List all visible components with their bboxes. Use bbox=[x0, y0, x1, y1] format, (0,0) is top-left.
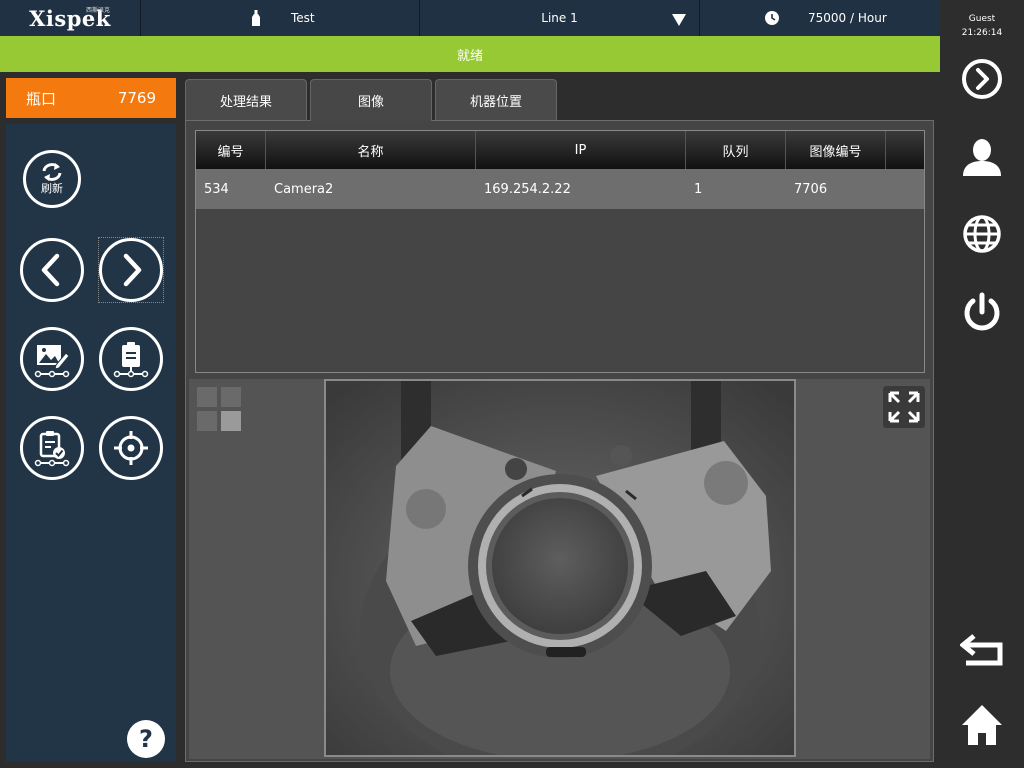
target-button[interactable] bbox=[99, 416, 163, 480]
brand-logo: Xispek 西斯派克 bbox=[0, 0, 141, 36]
image-viewer bbox=[189, 379, 930, 759]
left-tool-panel: 刷新 ? bbox=[6, 124, 176, 762]
cell-id: 534 bbox=[204, 181, 229, 197]
image-edit-button[interactable] bbox=[20, 327, 84, 391]
status-bar: 就绪 bbox=[0, 36, 940, 72]
layout-grid-cell[interactable] bbox=[221, 387, 241, 407]
checklist-button[interactable] bbox=[20, 416, 84, 480]
user-icon bbox=[963, 139, 1001, 176]
chevron-right-icon bbox=[123, 253, 142, 287]
cell-image-id: 7706 bbox=[794, 181, 828, 197]
language-button[interactable] bbox=[960, 212, 1004, 256]
user-button[interactable] bbox=[960, 135, 1004, 179]
app-window: Xispek 西斯派克 Test Line 1 75000 / Hour 就绪 … bbox=[0, 0, 1024, 768]
dropdown-triangle-icon bbox=[672, 14, 686, 26]
tab-image[interactable]: 图像 bbox=[310, 79, 432, 121]
column-header-image-id: 图像编号 bbox=[786, 131, 886, 169]
power-button[interactable] bbox=[960, 290, 1004, 334]
header-bar: Xispek 西斯派克 Test Line 1 75000 / Hour bbox=[0, 0, 940, 36]
expand-icon bbox=[888, 391, 920, 423]
camera-table: 编号 名称 IP 队列 图像编号 534 Camera2 169.254.2.2… bbox=[195, 130, 925, 373]
layout-grid-cell[interactable] bbox=[197, 411, 217, 431]
refresh-button[interactable]: 刷新 bbox=[23, 150, 81, 208]
speed-display: 75000 / Hour bbox=[700, 0, 940, 36]
column-header-ip: IP bbox=[476, 131, 686, 169]
tab-machine-position[interactable]: 机器位置 bbox=[435, 79, 557, 121]
table-row[interactable]: 534 Camera2 169.254.2.22 1 7706 bbox=[196, 169, 924, 209]
refresh-label: 刷新 bbox=[41, 182, 63, 195]
return-arrow-icon bbox=[960, 634, 1003, 666]
globe-icon bbox=[963, 215, 1001, 253]
product-selector[interactable]: Test bbox=[141, 0, 420, 36]
home-button[interactable] bbox=[960, 703, 1004, 747]
user-name: Guest bbox=[968, 14, 996, 24]
column-header-name: 名称 bbox=[266, 131, 476, 169]
chevron-left-icon bbox=[41, 253, 60, 287]
tab-processing-results[interactable]: 处理结果 bbox=[185, 79, 307, 121]
forward-button[interactable] bbox=[960, 57, 1004, 101]
user-info: Guest 21:26:14 bbox=[940, 12, 1024, 40]
cell-queue: 1 bbox=[694, 181, 703, 197]
chevron-right-circle-icon bbox=[962, 59, 1002, 99]
report-button[interactable] bbox=[99, 327, 163, 391]
refresh-icon bbox=[42, 163, 62, 181]
column-header-id: 编号 bbox=[196, 131, 266, 169]
inspection-station-counter[interactable]: 瓶口 7769 bbox=[6, 78, 176, 118]
cell-name: Camera2 bbox=[274, 181, 334, 197]
image-edit-icon bbox=[34, 345, 70, 378]
column-header-spacer bbox=[886, 131, 924, 169]
clipboard-icon bbox=[113, 342, 149, 378]
home-icon bbox=[962, 705, 1002, 745]
speed-value: 75000 / Hour bbox=[808, 11, 887, 25]
tab-content-image: 编号 名称 IP 队列 图像编号 534 Camera2 169.254.2.2… bbox=[185, 120, 934, 762]
line-name: Line 1 bbox=[541, 11, 578, 25]
clock-icon bbox=[765, 11, 779, 25]
cell-ip: 169.254.2.22 bbox=[484, 181, 571, 197]
clock-time: 21:26:14 bbox=[961, 28, 1003, 38]
layout-grid-cell-selected[interactable] bbox=[221, 411, 241, 431]
power-icon bbox=[964, 292, 1000, 331]
right-rail: Guest 21:26:14 bbox=[940, 0, 1024, 768]
station-count: 7769 bbox=[117, 89, 156, 107]
station-label: 瓶口 bbox=[26, 89, 57, 108]
table-header: 编号 名称 IP 队列 图像编号 bbox=[196, 131, 924, 169]
bottle-mouth-image bbox=[326, 381, 794, 755]
layout-grid-cell[interactable] bbox=[197, 387, 217, 407]
next-image-button[interactable] bbox=[99, 238, 163, 302]
fullscreen-button[interactable] bbox=[882, 385, 926, 429]
line-dropdown[interactable]: Line 1 bbox=[420, 0, 700, 36]
column-header-queue: 队列 bbox=[686, 131, 786, 169]
back-button[interactable] bbox=[960, 628, 1004, 672]
crosshair-icon bbox=[114, 431, 148, 465]
bottle-icon bbox=[252, 10, 260, 26]
camera-image[interactable] bbox=[324, 379, 796, 757]
clipboard-check-icon bbox=[34, 431, 70, 467]
logo-subtext: 西斯派克 bbox=[86, 7, 111, 14]
previous-image-button[interactable] bbox=[20, 238, 84, 302]
help-button[interactable]: ? bbox=[127, 720, 165, 758]
product-name: Test bbox=[291, 11, 315, 25]
